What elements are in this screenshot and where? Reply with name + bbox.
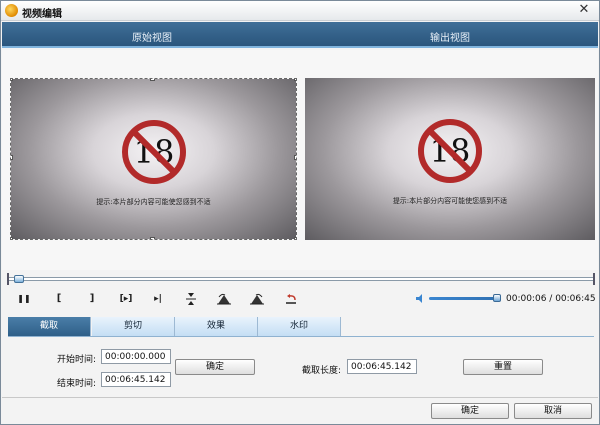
- play-segment-button[interactable]: [▸]: [114, 292, 138, 306]
- crop-handle-top[interactable]: [150, 79, 155, 81]
- content-warning-text: 提示:本片部分内容可能使您感到不适: [96, 198, 211, 206]
- timeline-slider[interactable]: [7, 273, 595, 285]
- pause-button[interactable]: ❚❚: [16, 292, 32, 306]
- rotate-right-icon[interactable]: [249, 292, 265, 306]
- no-under-18-icon: 18: [121, 120, 186, 184]
- close-button[interactable]: ✕: [577, 3, 591, 17]
- crop-handle-bottom-right[interactable]: [294, 237, 296, 239]
- footer-divider: [2, 397, 598, 398]
- timeline-track[interactable]: [8, 277, 594, 281]
- start-time-label: 开始时间:: [57, 355, 97, 365]
- crop-handle-right[interactable]: [294, 155, 296, 160]
- ok-button[interactable]: 确定: [431, 403, 509, 419]
- cancel-button[interactable]: 取消: [514, 403, 592, 419]
- tab-effects[interactable]: 效果: [175, 317, 258, 336]
- start-time-input[interactable]: [101, 349, 171, 364]
- tab-divider: [8, 336, 594, 337]
- reset-button[interactable]: 重置: [463, 359, 543, 375]
- crop-handle-left[interactable]: [11, 155, 13, 160]
- rotate-left-icon[interactable]: [216, 292, 232, 306]
- crop-handle-bottom[interactable]: [150, 237, 155, 239]
- current-time: 00:00:06: [506, 294, 547, 304]
- mark-in-button[interactable]: [: [51, 292, 67, 306]
- end-time-label: 结束时间:: [57, 379, 97, 389]
- tab-watermark[interactable]: 水印: [258, 317, 341, 336]
- crop-handle-top-right[interactable]: [294, 79, 296, 81]
- total-time: 00:06:45: [555, 294, 596, 304]
- output-video-frame: 18 提示:本片部分内容可能使您感到不适: [305, 78, 595, 240]
- mark-out-button[interactable]: ]: [84, 292, 100, 306]
- time-display: 00:00:06 / 00:06:45: [506, 294, 596, 304]
- original-view-label: 原始视图: [132, 33, 172, 44]
- crop-handle-top-left[interactable]: [11, 79, 13, 81]
- volume-icon[interactable]: [415, 293, 426, 304]
- tab-trim[interactable]: 截取: [8, 317, 91, 336]
- timeline-start-marker[interactable]: [7, 273, 9, 285]
- tab-cut[interactable]: 剪切: [92, 317, 175, 336]
- volume-slider[interactable]: [429, 297, 501, 300]
- crop-handle-bottom-left[interactable]: [11, 237, 13, 239]
- trim-confirm-button[interactable]: 确定: [175, 359, 255, 375]
- window-title: 视频编辑: [22, 9, 62, 20]
- output-preview-panel: 18 提示:本片部分内容可能使您感到不适: [305, 78, 595, 240]
- timeline-end-marker[interactable]: [593, 273, 595, 285]
- view-header: 原始视图 输出视图: [2, 22, 598, 48]
- flip-vertical-icon[interactable]: [183, 292, 199, 306]
- preview-area: 18 提示:本片部分内容可能使您感到不适 18 提示:本片部分内容: [2, 50, 598, 270]
- content-warning-text: 提示:本片部分内容可能使您感到不适: [392, 197, 508, 205]
- undo-icon[interactable]: [283, 292, 299, 306]
- output-view-label: 输出视图: [430, 33, 470, 44]
- title-bar: 视频编辑 ✕: [1, 1, 599, 21]
- trim-length-label: 截取长度:: [302, 366, 342, 376]
- original-video-frame: 18 提示:本片部分内容可能使您感到不适: [11, 79, 296, 239]
- volume-thumb[interactable]: [493, 294, 501, 302]
- video-edit-window: 视频编辑 ✕ 原始视图 输出视图 18 提示:本片部分内容可能使您感到不适: [0, 0, 600, 425]
- next-frame-button[interactable]: ▸|: [150, 292, 166, 306]
- edit-tabs: 截取 剪切 效果 水印: [8, 317, 342, 336]
- app-logo-icon: [5, 4, 18, 17]
- time-separator: /: [546, 294, 556, 304]
- timeline-thumb[interactable]: [14, 275, 24, 283]
- no-under-18-icon: 18: [418, 119, 482, 183]
- trim-length-input: [347, 359, 417, 374]
- end-time-input[interactable]: [101, 372, 171, 387]
- original-preview-panel[interactable]: 18 提示:本片部分内容可能使您感到不适: [10, 78, 297, 240]
